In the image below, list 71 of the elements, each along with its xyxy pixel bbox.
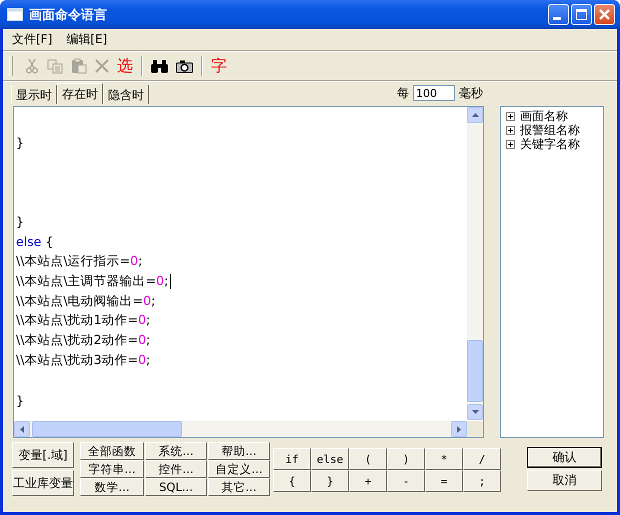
interval-unit: 毫秒 <box>459 84 483 102</box>
tab[interactable]: 存在时 <box>57 83 103 104</box>
toolbar-button[interactable]: 选 <box>117 57 133 75</box>
operator-button[interactable]: - <box>387 470 425 492</box>
camera-icon[interactable] <box>176 60 193 72</box>
operator-button[interactable]: if <box>273 448 311 470</box>
tree-item[interactable]: 报警组名称 <box>520 122 580 138</box>
variable-button[interactable]: 工业库变量 <box>12 470 74 496</box>
code-line: \\本站点\电动阀输出=0; <box>16 292 156 310</box>
tree-item[interactable]: 画面名称 <box>520 108 568 124</box>
binoculars-icon[interactable] <box>151 59 168 73</box>
function-button[interactable]: 自定义... <box>208 460 270 478</box>
minimize-icon <box>552 17 560 20</box>
function-button[interactable]: 字符串... <box>80 460 144 478</box>
scrollbar-corner <box>467 421 484 437</box>
code-line: } <box>16 214 24 230</box>
function-button[interactable]: 帮助... <box>208 442 270 460</box>
operator-button[interactable]: { <box>273 470 311 492</box>
function-button[interactable]: 全部函数 <box>80 442 144 460</box>
horizontal-scrollbar[interactable] <box>14 421 484 437</box>
tab[interactable]: 隐含时 <box>103 85 149 104</box>
operator-button[interactable]: ) <box>387 448 425 470</box>
function-button[interactable]: 系统... <box>145 442 207 460</box>
close-button[interactable] <box>594 4 615 25</box>
function-button[interactable]: 控件... <box>145 460 207 478</box>
code-line: \\本站点\扰动3动作=0; <box>16 352 150 369</box>
maximize-icon <box>576 9 587 20</box>
function-button[interactable]: 其它... <box>208 478 270 496</box>
code-editor[interactable]: } } else { \\本站点\运行指示=0; \\本站点\主调节器输出=0; \\本站点\电动阀输出=0; \\本站点\扰动1动作=0; \\本站点\扰动2动作=0; \\本站点\扰动3动作=0; } <box>13 106 484 438</box>
function-button[interactable]: 数学... <box>80 478 144 496</box>
minimize-button[interactable] <box>548 4 569 25</box>
left-arrow-icon <box>20 426 24 432</box>
code-line: } <box>16 392 24 408</box>
interval-prefix: 每 <box>397 84 409 102</box>
operator-button[interactable]: * <box>425 448 463 470</box>
code-line: \\本站点\运行指示=0; <box>16 252 142 270</box>
window-title: 画面命令语言 <box>29 6 108 24</box>
expand-icon[interactable] <box>506 126 516 134</box>
maximize-button[interactable] <box>571 4 592 25</box>
window-icon <box>7 8 23 21</box>
variable-button[interactable]: 变量[.域] <box>12 442 74 468</box>
code-line: else { <box>16 234 54 250</box>
up-arrow-icon <box>472 113 479 117</box>
operator-button[interactable]: else <box>311 448 349 470</box>
expand-icon[interactable] <box>506 140 516 148</box>
tab[interactable]: 显示时 <box>11 85 57 104</box>
function-button[interactable]: SQL... <box>145 478 207 496</box>
operator-button[interactable]: = <box>425 470 463 492</box>
operator-button[interactable]: ; <box>463 470 501 492</box>
right-arrow-icon <box>457 426 462 432</box>
confirm-button[interactable]: 确认 <box>527 447 602 468</box>
expand-icon[interactable] <box>506 112 516 120</box>
code-line: \\本站点\扰动1动作=0; <box>16 312 150 330</box>
scroll-thumb[interactable] <box>467 340 484 402</box>
operator-button[interactable]: ( <box>349 448 387 470</box>
cancel-button[interactable]: 取消 <box>527 470 602 491</box>
toolbar-button[interactable]: 字 <box>211 57 227 75</box>
interval-field[interactable]: 100 <box>413 85 455 101</box>
code-line: \\本站点\扰动2动作=0; <box>16 332 150 350</box>
scroll-thumb[interactable] <box>32 421 182 437</box>
menu-item[interactable]: 编辑[E] <box>66 31 108 48</box>
code-line: \\本站点\主调节器输出=0; <box>16 272 168 290</box>
menu-item[interactable]: 文件[F] <box>12 31 52 48</box>
close-icon <box>599 9 610 20</box>
operator-button[interactable]: / <box>463 448 501 470</box>
vertical-scrollbar[interactable] <box>467 107 484 420</box>
tree-item[interactable]: 关键字名称 <box>520 136 580 152</box>
operator-button[interactable]: + <box>349 470 387 492</box>
code-line: } <box>16 135 24 150</box>
operator-button[interactable]: } <box>311 470 349 492</box>
down-arrow-icon <box>472 410 479 414</box>
